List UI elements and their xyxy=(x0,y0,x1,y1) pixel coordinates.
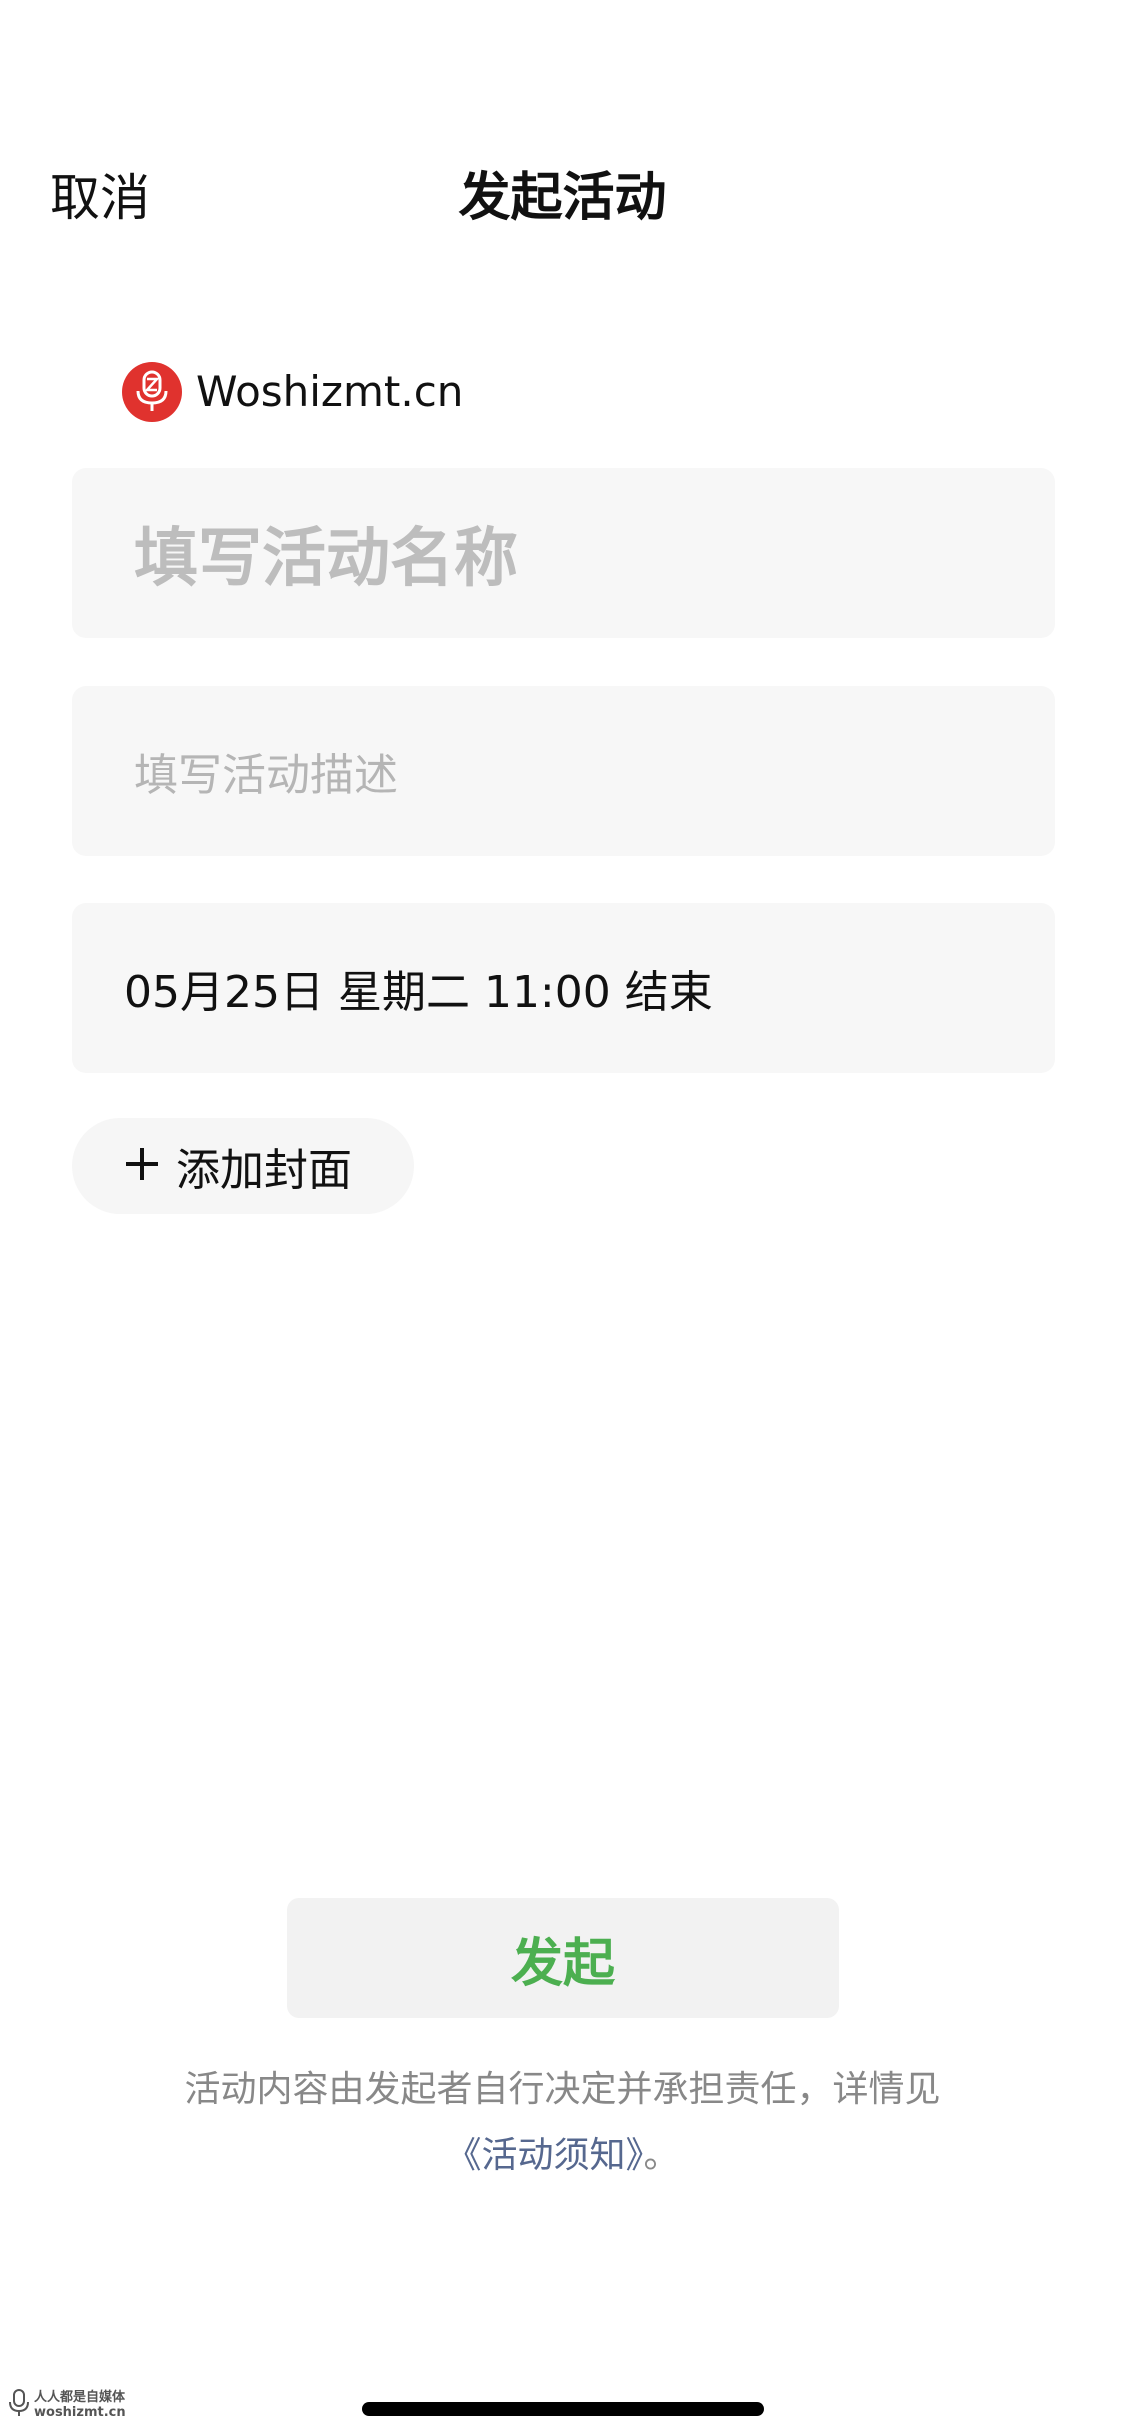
watermark: 人人都是自媒体 woshizmt.cn xyxy=(8,2388,126,2422)
activity-description-placeholder: 填写活动描述 xyxy=(134,750,398,801)
watermark-microphone-icon xyxy=(8,2388,30,2422)
responsibility-notice: 活动内容由发起者自行决定并承担责任，详情见《活动须知》。 xyxy=(150,2057,975,2189)
plus-icon xyxy=(124,1146,160,1186)
home-indicator xyxy=(362,2402,764,2416)
add-cover-label: 添加封面 xyxy=(176,1145,352,1196)
microphone-icon xyxy=(122,362,182,422)
account-name: Woshizmt.cn xyxy=(196,367,464,416)
activity-name-placeholder: 填写活动名称 xyxy=(134,522,518,596)
add-cover-button[interactable]: 添加封面 xyxy=(72,1118,414,1214)
create-activity-screen: 取消 发起活动 Woshizmt.cn 填写活动名称 填写活动描述 05月25日… xyxy=(0,0,1125,2436)
notice-text: 活动内容由发起者自行决定并承担责任，详情见 xyxy=(184,2069,941,2110)
activity-name-input[interactable]: 填写活动名称 xyxy=(72,468,1055,638)
submit-button[interactable]: 发起 xyxy=(287,1898,839,2018)
watermark-line-2: woshizmt.cn xyxy=(34,2405,126,2420)
account-row: Woshizmt.cn xyxy=(122,360,463,424)
notice-end: 。 xyxy=(643,2135,680,2176)
end-time-selector[interactable]: 05月25日 星期二 11:00 结束 xyxy=(72,903,1055,1073)
submit-label: 发起 xyxy=(510,1933,615,1994)
watermark-line-1: 人人都是自媒体 xyxy=(34,2390,126,2405)
end-time-value: 05月25日 星期二 11:00 结束 xyxy=(124,967,713,1018)
page-title: 发起活动 xyxy=(458,168,667,228)
activity-rules-link[interactable]: 《活动须知》 xyxy=(445,2135,643,2176)
activity-description-input[interactable]: 填写活动描述 xyxy=(72,686,1055,856)
